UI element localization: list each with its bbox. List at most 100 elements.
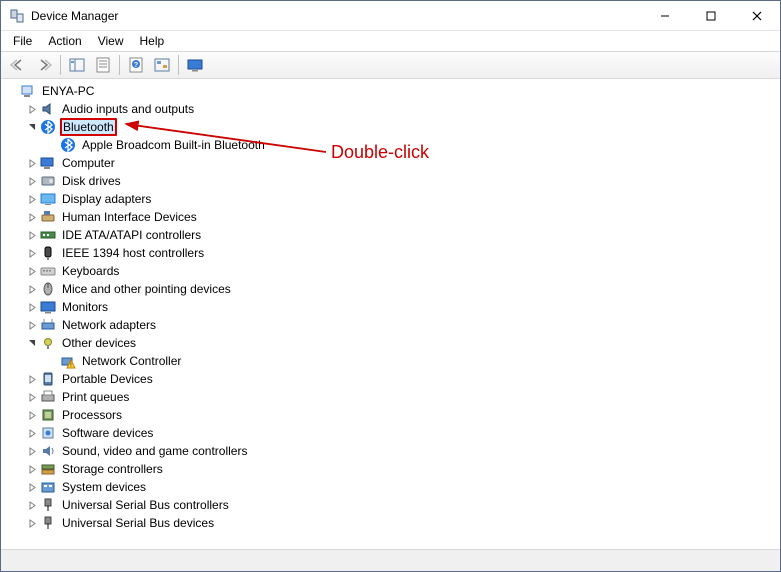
tree-node[interactable]: Monitors	[23, 298, 778, 316]
tree-node[interactable]: Computer	[23, 154, 778, 172]
tree-row[interactable]: Apple Broadcom Built-in Bluetooth	[43, 136, 778, 154]
expand-icon[interactable]	[25, 480, 39, 494]
tree-node[interactable]: !Network Controller	[43, 352, 778, 370]
tree-row[interactable]: Disk drives	[23, 172, 778, 190]
expand-icon[interactable]	[25, 210, 39, 224]
tree-node[interactable]: Disk drives	[23, 172, 778, 190]
expand-icon[interactable]	[25, 372, 39, 386]
tree-row[interactable]: Software devices	[23, 424, 778, 442]
tree-row[interactable]: Portable Devices	[23, 370, 778, 388]
tree-area[interactable]: ENYA-PCAudio inputs and outputsBluetooth…	[1, 79, 780, 549]
tree-node[interactable]: BluetoothApple Broadcom Built-in Bluetoo…	[23, 118, 778, 154]
tree-label[interactable]: Bluetooth	[60, 118, 117, 136]
collapse-icon[interactable]	[25, 336, 39, 350]
tree-label[interactable]: Keyboards	[60, 263, 121, 279]
device-tree[interactable]: ENYA-PCAudio inputs and outputsBluetooth…	[3, 82, 778, 532]
tree-label[interactable]: Network adapters	[60, 317, 158, 333]
tree-label[interactable]: Human Interface Devices	[60, 209, 199, 225]
menu-action[interactable]: Action	[40, 32, 89, 50]
expand-icon[interactable]	[25, 498, 39, 512]
tree-label[interactable]: Mice and other pointing devices	[60, 281, 233, 297]
tree-label[interactable]: Print queues	[60, 389, 131, 405]
tree-node[interactable]: Mice and other pointing devices	[23, 280, 778, 298]
minimize-button[interactable]	[642, 1, 688, 30]
tree-node[interactable]: ENYA-PCAudio inputs and outputsBluetooth…	[3, 82, 778, 532]
tree-label[interactable]: Apple Broadcom Built-in Bluetooth	[80, 137, 267, 153]
tree-label[interactable]: System devices	[60, 479, 148, 495]
expand-icon[interactable]	[25, 264, 39, 278]
tree-node[interactable]: Other devices!Network Controller	[23, 334, 778, 370]
tree-label[interactable]: ENYA-PC	[40, 83, 96, 99]
tree-label[interactable]: IDE ATA/ATAPI controllers	[60, 227, 203, 243]
tree-node[interactable]: Sound, video and game controllers	[23, 442, 778, 460]
tree-node[interactable]: IDE ATA/ATAPI controllers	[23, 226, 778, 244]
tree-row[interactable]: Keyboards	[23, 262, 778, 280]
expand-icon[interactable]	[25, 282, 39, 296]
expand-icon[interactable]	[25, 156, 39, 170]
menu-file[interactable]: File	[5, 32, 40, 50]
tree-node[interactable]: Apple Broadcom Built-in Bluetooth	[43, 136, 778, 154]
tree-row[interactable]: Storage controllers	[23, 460, 778, 478]
tree-node[interactable]: IEEE 1394 host controllers	[23, 244, 778, 262]
tree-label[interactable]: Universal Serial Bus devices	[60, 515, 216, 531]
tree-row[interactable]: Processors	[23, 406, 778, 424]
tree-label[interactable]: Software devices	[60, 425, 155, 441]
tree-row[interactable]: Mice and other pointing devices	[23, 280, 778, 298]
tree-row[interactable]: IDE ATA/ATAPI controllers	[23, 226, 778, 244]
tree-node[interactable]: Software devices	[23, 424, 778, 442]
tree-node[interactable]: Processors	[23, 406, 778, 424]
tree-node[interactable]: Print queues	[23, 388, 778, 406]
expand-icon[interactable]	[25, 246, 39, 260]
tree-row[interactable]: Human Interface Devices	[23, 208, 778, 226]
tree-row[interactable]: Monitors	[23, 298, 778, 316]
expand-icon[interactable]	[25, 318, 39, 332]
tree-label[interactable]: Monitors	[60, 299, 110, 315]
tree-row[interactable]: Sound, video and game controllers	[23, 442, 778, 460]
tree-row[interactable]: ENYA-PC	[3, 82, 778, 100]
maximize-button[interactable]	[688, 1, 734, 30]
menu-help[interactable]: Help	[132, 32, 173, 50]
help-button[interactable]: ?	[124, 53, 148, 77]
tree-node[interactable]: Audio inputs and outputs	[23, 100, 778, 118]
show-hide-console-button[interactable]	[65, 53, 89, 77]
tree-label[interactable]: Computer	[60, 155, 117, 171]
tree-node[interactable]: Display adapters	[23, 190, 778, 208]
tree-node[interactable]: System devices	[23, 478, 778, 496]
tree-row[interactable]: Print queues	[23, 388, 778, 406]
tree-row[interactable]: !Network Controller	[43, 352, 778, 370]
back-button[interactable]	[6, 53, 30, 77]
tree-node[interactable]: Universal Serial Bus controllers	[23, 496, 778, 514]
tree-row[interactable]: Universal Serial Bus controllers	[23, 496, 778, 514]
tree-row[interactable]: Audio inputs and outputs	[23, 100, 778, 118]
tree-node[interactable]: Storage controllers	[23, 460, 778, 478]
tree-node[interactable]: Human Interface Devices	[23, 208, 778, 226]
tree-label[interactable]: Disk drives	[60, 173, 123, 189]
expand-icon[interactable]	[25, 516, 39, 530]
tree-label[interactable]: Sound, video and game controllers	[60, 443, 249, 459]
tree-row[interactable]: Universal Serial Bus devices	[23, 514, 778, 532]
tree-label[interactable]: Universal Serial Bus controllers	[60, 497, 231, 513]
tree-row[interactable]: Bluetooth	[23, 118, 778, 136]
expand-icon[interactable]	[25, 102, 39, 116]
tree-label[interactable]: Display adapters	[60, 191, 153, 207]
tree-node[interactable]: Network adapters	[23, 316, 778, 334]
tree-node[interactable]: Universal Serial Bus devices	[23, 514, 778, 532]
tree-label[interactable]: Portable Devices	[60, 371, 155, 387]
collapse-icon[interactable]	[25, 120, 39, 134]
expand-icon[interactable]	[25, 174, 39, 188]
tree-row[interactable]: Other devices	[23, 334, 778, 352]
expand-icon[interactable]	[25, 228, 39, 242]
menu-view[interactable]: View	[90, 32, 132, 50]
scan-hardware-button[interactable]	[150, 53, 174, 77]
tree-label[interactable]: Network Controller	[80, 353, 183, 369]
forward-button[interactable]	[32, 53, 56, 77]
tree-row[interactable]: System devices	[23, 478, 778, 496]
expand-icon[interactable]	[25, 462, 39, 476]
tree-label[interactable]: Storage controllers	[60, 461, 165, 477]
expand-icon[interactable]	[25, 444, 39, 458]
expand-icon[interactable]	[25, 192, 39, 206]
tree-row[interactable]: IEEE 1394 host controllers	[23, 244, 778, 262]
tree-label[interactable]: Other devices	[60, 335, 138, 351]
expand-icon[interactable]	[25, 390, 39, 404]
tree-label[interactable]: IEEE 1394 host controllers	[60, 245, 206, 261]
